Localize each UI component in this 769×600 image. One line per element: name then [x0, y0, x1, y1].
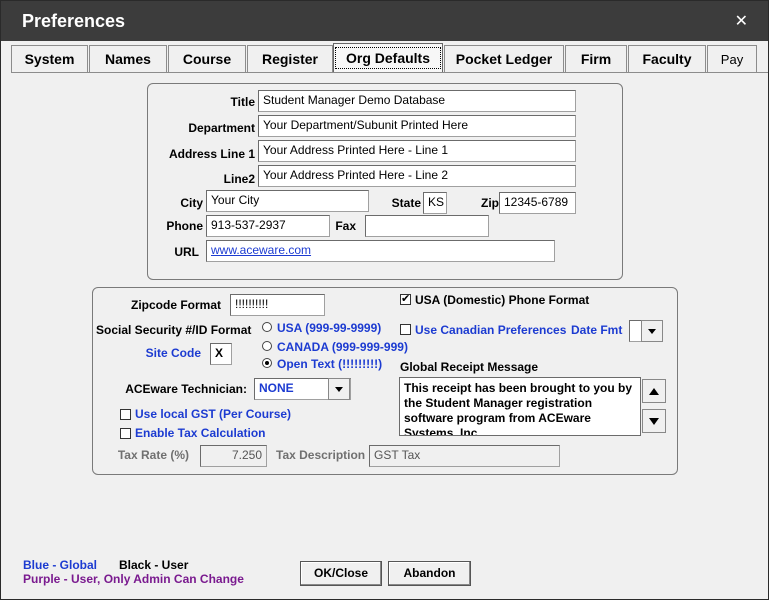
- phone-label: Phone: [166, 219, 203, 233]
- city-label: City: [180, 196, 203, 210]
- legend-purple: Purple - User, Only Admin Can Change: [23, 572, 244, 586]
- tab-pay[interactable]: Pay: [707, 45, 757, 72]
- site-code-input[interactable]: X: [210, 343, 232, 365]
- canadian-preferences-checkbox[interactable]: [400, 324, 411, 335]
- enable-tax-label: Enable Tax Calculation: [135, 426, 266, 440]
- receipt-scroll-down-icon[interactable]: [642, 409, 666, 433]
- receipt-message-label: Global Receipt Message: [400, 360, 539, 374]
- state-input[interactable]: KS: [423, 192, 447, 214]
- address-line1-input[interactable]: Your Address Printed Here - Line 1: [258, 140, 576, 162]
- zip-input[interactable]: 12345-6789: [499, 192, 576, 214]
- ssn-open-text-radio[interactable]: [262, 358, 272, 368]
- close-icon[interactable]: ✕: [735, 11, 748, 31]
- usa-phone-checkbox[interactable]: [400, 292, 411, 305]
- department-input[interactable]: Your Department/Subunit Printed Here: [258, 115, 576, 137]
- title-bar: Preferences ✕: [1, 1, 768, 41]
- tab-names[interactable]: Names: [89, 45, 167, 72]
- ssn-usa-radio[interactable]: [262, 322, 272, 332]
- tab-course[interactable]: Course: [168, 45, 246, 72]
- canadian-preferences-label: Use Canadian Preferences: [415, 323, 567, 337]
- local-gst-checkbox[interactable]: [120, 409, 131, 420]
- zip-label: Zip: [481, 196, 499, 210]
- legend-black: Black - User: [119, 558, 189, 572]
- title-label: Title: [230, 95, 255, 109]
- title-input[interactable]: Student Manager Demo Database: [258, 90, 576, 112]
- ssn-canada-radio[interactable]: [262, 341, 272, 351]
- tax-rate-input[interactable]: 7.250: [200, 445, 267, 467]
- usa-phone-label: USA (Domestic) Phone Format: [415, 293, 590, 307]
- url-input[interactable]: www.aceware.com: [206, 240, 555, 262]
- technician-label: ACEware Technician:: [125, 382, 247, 396]
- address-line1-label: Address Line 1: [168, 147, 255, 161]
- date-format-dropdown-icon[interactable]: [641, 320, 663, 342]
- legend-blue: Blue - Global: [23, 558, 98, 572]
- city-input[interactable]: Your City: [206, 190, 369, 212]
- ssn-usa-label: USA (999-99-9999): [277, 321, 382, 335]
- window-title: Preferences: [22, 11, 126, 31]
- fax-input[interactable]: [365, 215, 489, 237]
- tax-description-input[interactable]: GST Tax: [369, 445, 560, 467]
- technician-dropdown-icon[interactable]: [328, 378, 350, 400]
- enable-tax-checkbox[interactable]: [120, 428, 131, 439]
- site-code-label: Site Code: [145, 346, 201, 360]
- ssn-canada-label: CANADA (999-999-999): [277, 340, 408, 354]
- zipcode-format-input[interactable]: !!!!!!!!!!: [230, 294, 325, 316]
- state-label: State: [391, 196, 421, 210]
- department-label: Department: [188, 121, 255, 135]
- zipcode-format-label: Zipcode Format: [130, 298, 221, 312]
- tab-system[interactable]: System: [11, 45, 88, 72]
- url-label: URL: [174, 245, 199, 259]
- fax-label: Fax: [335, 219, 356, 233]
- address-line2-label: Line2: [223, 172, 255, 186]
- abandon-button[interactable]: Abandon: [388, 561, 471, 586]
- tax-description-label: Tax Description: [276, 448, 366, 462]
- tab-register[interactable]: Register: [247, 45, 333, 72]
- tab-faculty[interactable]: Faculty: [628, 45, 706, 72]
- ssn-open-text-label: Open Text (!!!!!!!!!): [277, 357, 383, 371]
- tax-rate-label: Tax Rate (%): [117, 448, 189, 462]
- tab-org-defaults[interactable]: Org Defaults: [333, 43, 443, 73]
- address-line2-input[interactable]: Your Address Printed Here - Line 2: [258, 165, 576, 187]
- tab-firm[interactable]: Firm: [565, 45, 627, 72]
- date-format-label: Date Fmt: [571, 323, 623, 337]
- url-link[interactable]: www.aceware.com: [211, 243, 311, 257]
- local-gst-label: Use local GST (Per Course): [135, 407, 292, 421]
- receipt-message-textarea[interactable]: This receipt has been brought to you by …: [399, 377, 641, 436]
- tab-pocket-ledger[interactable]: Pocket Ledger: [444, 45, 564, 72]
- receipt-scroll-up-icon[interactable]: [642, 379, 666, 403]
- ok-close-button[interactable]: OK/Close: [300, 561, 382, 586]
- preferences-window: Preferences ✕ System Names Course Regist…: [0, 0, 769, 600]
- phone-input[interactable]: 913-537-2937: [206, 215, 330, 237]
- tab-strip: System Names Course Register Org Default…: [11, 43, 768, 73]
- ssn-format-label: Social Security #/ID Format: [96, 323, 252, 337]
